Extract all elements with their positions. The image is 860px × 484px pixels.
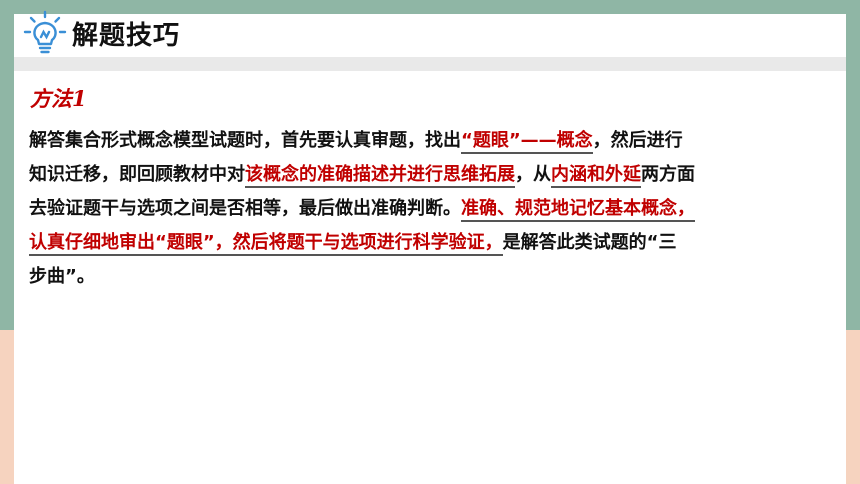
highlight-span: 准确、规范地记忆基本概念，: [461, 198, 695, 222]
text-span: 步曲”。: [29, 266, 95, 287]
lightbulb-icon: [23, 10, 67, 54]
text-span: 解答集合形式概念模型试题时，首先要认真审题，找出: [29, 130, 461, 151]
text-span: 去验证题干与选项之间是否相等，最后做出准确判断。: [29, 198, 461, 219]
text-span: 是解答此类试题的“三: [502, 232, 677, 253]
page-title: 解题技巧: [72, 21, 181, 51]
text-span: ，然后进行: [592, 130, 683, 151]
highlight-span: “题眼”——概念: [461, 130, 593, 154]
paragraph-line: 认真仔细地审出“题眼”，然后将题干与选项进行科学验证，是解答此类试题的“三: [29, 226, 829, 260]
highlight-span: 内涵和外延: [551, 164, 641, 188]
highlight-span: 该概念的准确描述并进行思维拓展: [245, 164, 515, 188]
highlight-span: 认真仔细地审出“题眼”，然后将题干与选项进行科学验证，: [29, 232, 503, 256]
paragraph-line: 去验证题干与选项之间是否相等，最后做出准确判断。准确、规范地记忆基本概念，: [29, 192, 829, 226]
paragraph-line: 知识迁移，即回顾教材中对该概念的准确描述并进行思维拓展，从内涵和外延两方面: [29, 158, 829, 192]
paragraph-line: 解答集合形式概念模型试题时，首先要认真审题，找出“题眼”——概念，然后进行: [29, 124, 829, 158]
method-label: 方法1: [30, 86, 87, 111]
text-span: ，从: [515, 164, 551, 185]
paragraph-line: 步曲”。: [29, 260, 829, 294]
paragraph: 解答集合形式概念模型试题时，首先要认真审题，找出“题眼”——概念，然后进行 知识…: [29, 124, 829, 294]
title-underline: [14, 57, 846, 71]
text-span: 知识迁移，即回顾教材中对: [29, 164, 245, 185]
text-span: 两方面: [641, 164, 695, 185]
